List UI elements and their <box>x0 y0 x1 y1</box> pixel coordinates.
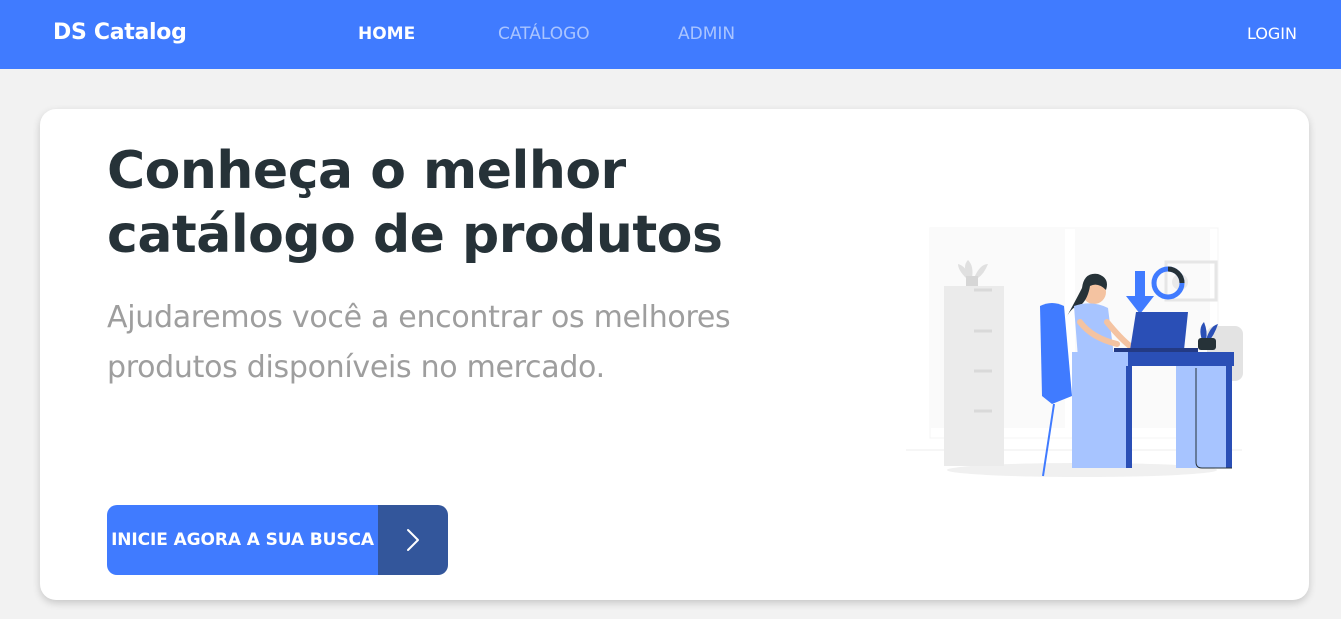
brand-logo[interactable]: DS Catalog <box>53 20 187 45</box>
nav-link-catalogo[interactable]: CATÁLOGO <box>498 24 590 44</box>
hero-title-line-2: catálogo de produtos <box>107 205 723 265</box>
hero-card: Conheça o melhor catálogo de produtos Aj… <box>40 109 1309 600</box>
hero-subtitle: Ajudaremos você a encontrar os melhores … <box>107 293 827 393</box>
hero-subtitle-line-1: Ajudaremos você a encontrar os melhores <box>107 300 731 335</box>
navbar: DS Catalog HOME CATÁLOGO ADMIN LOGIN <box>0 0 1341 69</box>
hero-title-line-1: Conheça o melhor <box>107 141 626 201</box>
woman-working-at-desk-illustration <box>902 226 1247 490</box>
login-link[interactable]: LOGIN <box>1247 24 1297 43</box>
nav-link-home[interactable]: HOME <box>358 24 415 44</box>
hero-subtitle-line-2: produtos disponíveis no mercado. <box>107 350 605 385</box>
start-search-button-label: INICIE AGORA A SUA BUSCA <box>107 505 378 575</box>
start-search-button[interactable]: INICIE AGORA A SUA BUSCA <box>107 505 448 575</box>
hero-title: Conheça o melhor catálogo de produtos <box>107 139 807 267</box>
nav-link-admin[interactable]: ADMIN <box>678 24 735 44</box>
chevron-right-icon <box>378 505 448 575</box>
